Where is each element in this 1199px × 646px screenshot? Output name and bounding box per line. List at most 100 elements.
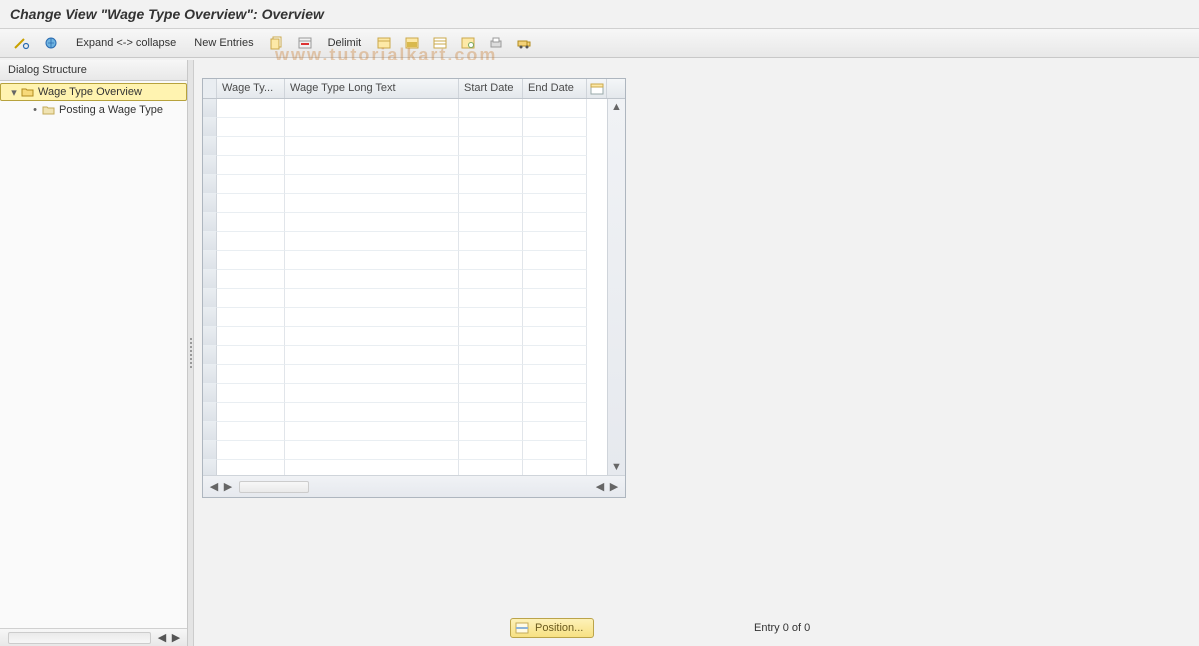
cell-start-date[interactable] [459,118,523,137]
cell-long-text[interactable] [285,251,459,270]
cell-wage-type[interactable] [217,384,285,403]
select-all-button[interactable] [401,33,423,53]
row-selector[interactable] [203,175,217,194]
cell-end-date[interactable] [523,175,587,194]
cell-long-text[interactable] [285,213,459,232]
row-selector[interactable] [203,213,217,232]
new-entries-button[interactable]: New Entries [188,37,259,49]
sidebar-scroll-right-icon[interactable]: ▶ [169,631,183,645]
col-start-date[interactable]: Start Date [459,79,523,98]
cell-end-date[interactable] [523,441,587,460]
row-selector[interactable] [203,365,217,384]
table-row[interactable] [203,365,625,384]
cell-end-date[interactable] [523,460,587,475]
cell-end-date[interactable] [523,137,587,156]
cell-end-date[interactable] [523,194,587,213]
delete-button[interactable] [294,33,316,53]
cell-wage-type[interactable] [217,270,285,289]
scroll-up-icon[interactable]: ▲ [608,99,625,115]
cell-start-date[interactable] [459,156,523,175]
cell-end-date[interactable] [523,384,587,403]
row-selector[interactable] [203,327,217,346]
cell-long-text[interactable] [285,194,459,213]
configure-columns-button[interactable] [587,79,607,98]
cell-long-text[interactable] [285,460,459,475]
expand-collapse-button[interactable]: Expand <-> collapse [70,37,182,49]
cell-wage-type[interactable] [217,194,285,213]
cell-wage-type[interactable] [217,232,285,251]
row-selector[interactable] [203,460,217,475]
table-row[interactable] [203,194,625,213]
transport-button[interactable] [513,33,535,53]
table-row[interactable] [203,441,625,460]
table-row[interactable] [203,99,625,118]
cell-end-date[interactable] [523,327,587,346]
cell-start-date[interactable] [459,251,523,270]
col-wage-type[interactable]: Wage Ty... [217,79,285,98]
table-row[interactable] [203,384,625,403]
table-row[interactable] [203,327,625,346]
sidebar-scroll-track[interactable] [8,632,151,644]
cell-start-date[interactable] [459,460,523,475]
cell-long-text[interactable] [285,232,459,251]
scroll-left-icon[interactable]: ◀ [207,480,221,494]
cell-long-text[interactable] [285,308,459,327]
scroll-left-end-icon[interactable]: ◀ [593,480,607,494]
table-vscroll[interactable]: ▲ ▼ [607,99,625,475]
position-button[interactable]: Position... [510,618,594,638]
cell-wage-type[interactable] [217,365,285,384]
cell-end-date[interactable] [523,118,587,137]
cell-start-date[interactable] [459,175,523,194]
cell-start-date[interactable] [459,137,523,156]
col-end-date[interactable]: End Date [523,79,587,98]
table-config-button[interactable] [457,33,479,53]
cell-long-text[interactable] [285,175,459,194]
cell-wage-type[interactable] [217,327,285,346]
cell-wage-type[interactable] [217,289,285,308]
cell-long-text[interactable] [285,137,459,156]
table-row[interactable] [203,251,625,270]
cell-wage-type[interactable] [217,156,285,175]
cell-long-text[interactable] [285,365,459,384]
cell-end-date[interactable] [523,308,587,327]
tree-node-posting-wage-type[interactable]: • Posting a Wage Type [0,101,187,119]
deselect-all-button[interactable] [429,33,451,53]
col-wage-type-long-text[interactable]: Wage Type Long Text [285,79,459,98]
row-selector[interactable] [203,422,217,441]
cell-long-text[interactable] [285,403,459,422]
cell-start-date[interactable] [459,232,523,251]
row-selector[interactable] [203,308,217,327]
cell-end-date[interactable] [523,213,587,232]
cell-wage-type[interactable] [217,441,285,460]
cell-long-text[interactable] [285,384,459,403]
cell-wage-type[interactable] [217,251,285,270]
cell-start-date[interactable] [459,346,523,365]
print-button[interactable] [485,33,507,53]
row-selector[interactable] [203,232,217,251]
cell-long-text[interactable] [285,441,459,460]
row-selector[interactable] [203,270,217,289]
table-row[interactable] [203,156,625,175]
cell-long-text[interactable] [285,346,459,365]
sidebar-scroll-left-icon[interactable]: ◀ [155,631,169,645]
hscroll-track[interactable] [239,481,309,493]
display-change-toggle-button[interactable] [10,33,34,53]
dialog-structure-tree[interactable]: ▾ Wage Type Overview • Posting a Wage Ty… [0,81,187,628]
cell-start-date[interactable] [459,403,523,422]
cell-start-date[interactable] [459,384,523,403]
cell-long-text[interactable] [285,99,459,118]
row-selector[interactable] [203,156,217,175]
scroll-right-icon[interactable]: ▶ [221,480,235,494]
cell-wage-type[interactable] [217,137,285,156]
table-row[interactable] [203,213,625,232]
cell-end-date[interactable] [523,365,587,384]
undo-button[interactable] [373,33,395,53]
cell-start-date[interactable] [459,289,523,308]
cell-start-date[interactable] [459,441,523,460]
cell-end-date[interactable] [523,270,587,289]
cell-end-date[interactable] [523,232,587,251]
row-selector[interactable] [203,251,217,270]
cell-long-text[interactable] [285,289,459,308]
cell-wage-type[interactable] [217,346,285,365]
cell-end-date[interactable] [523,289,587,308]
